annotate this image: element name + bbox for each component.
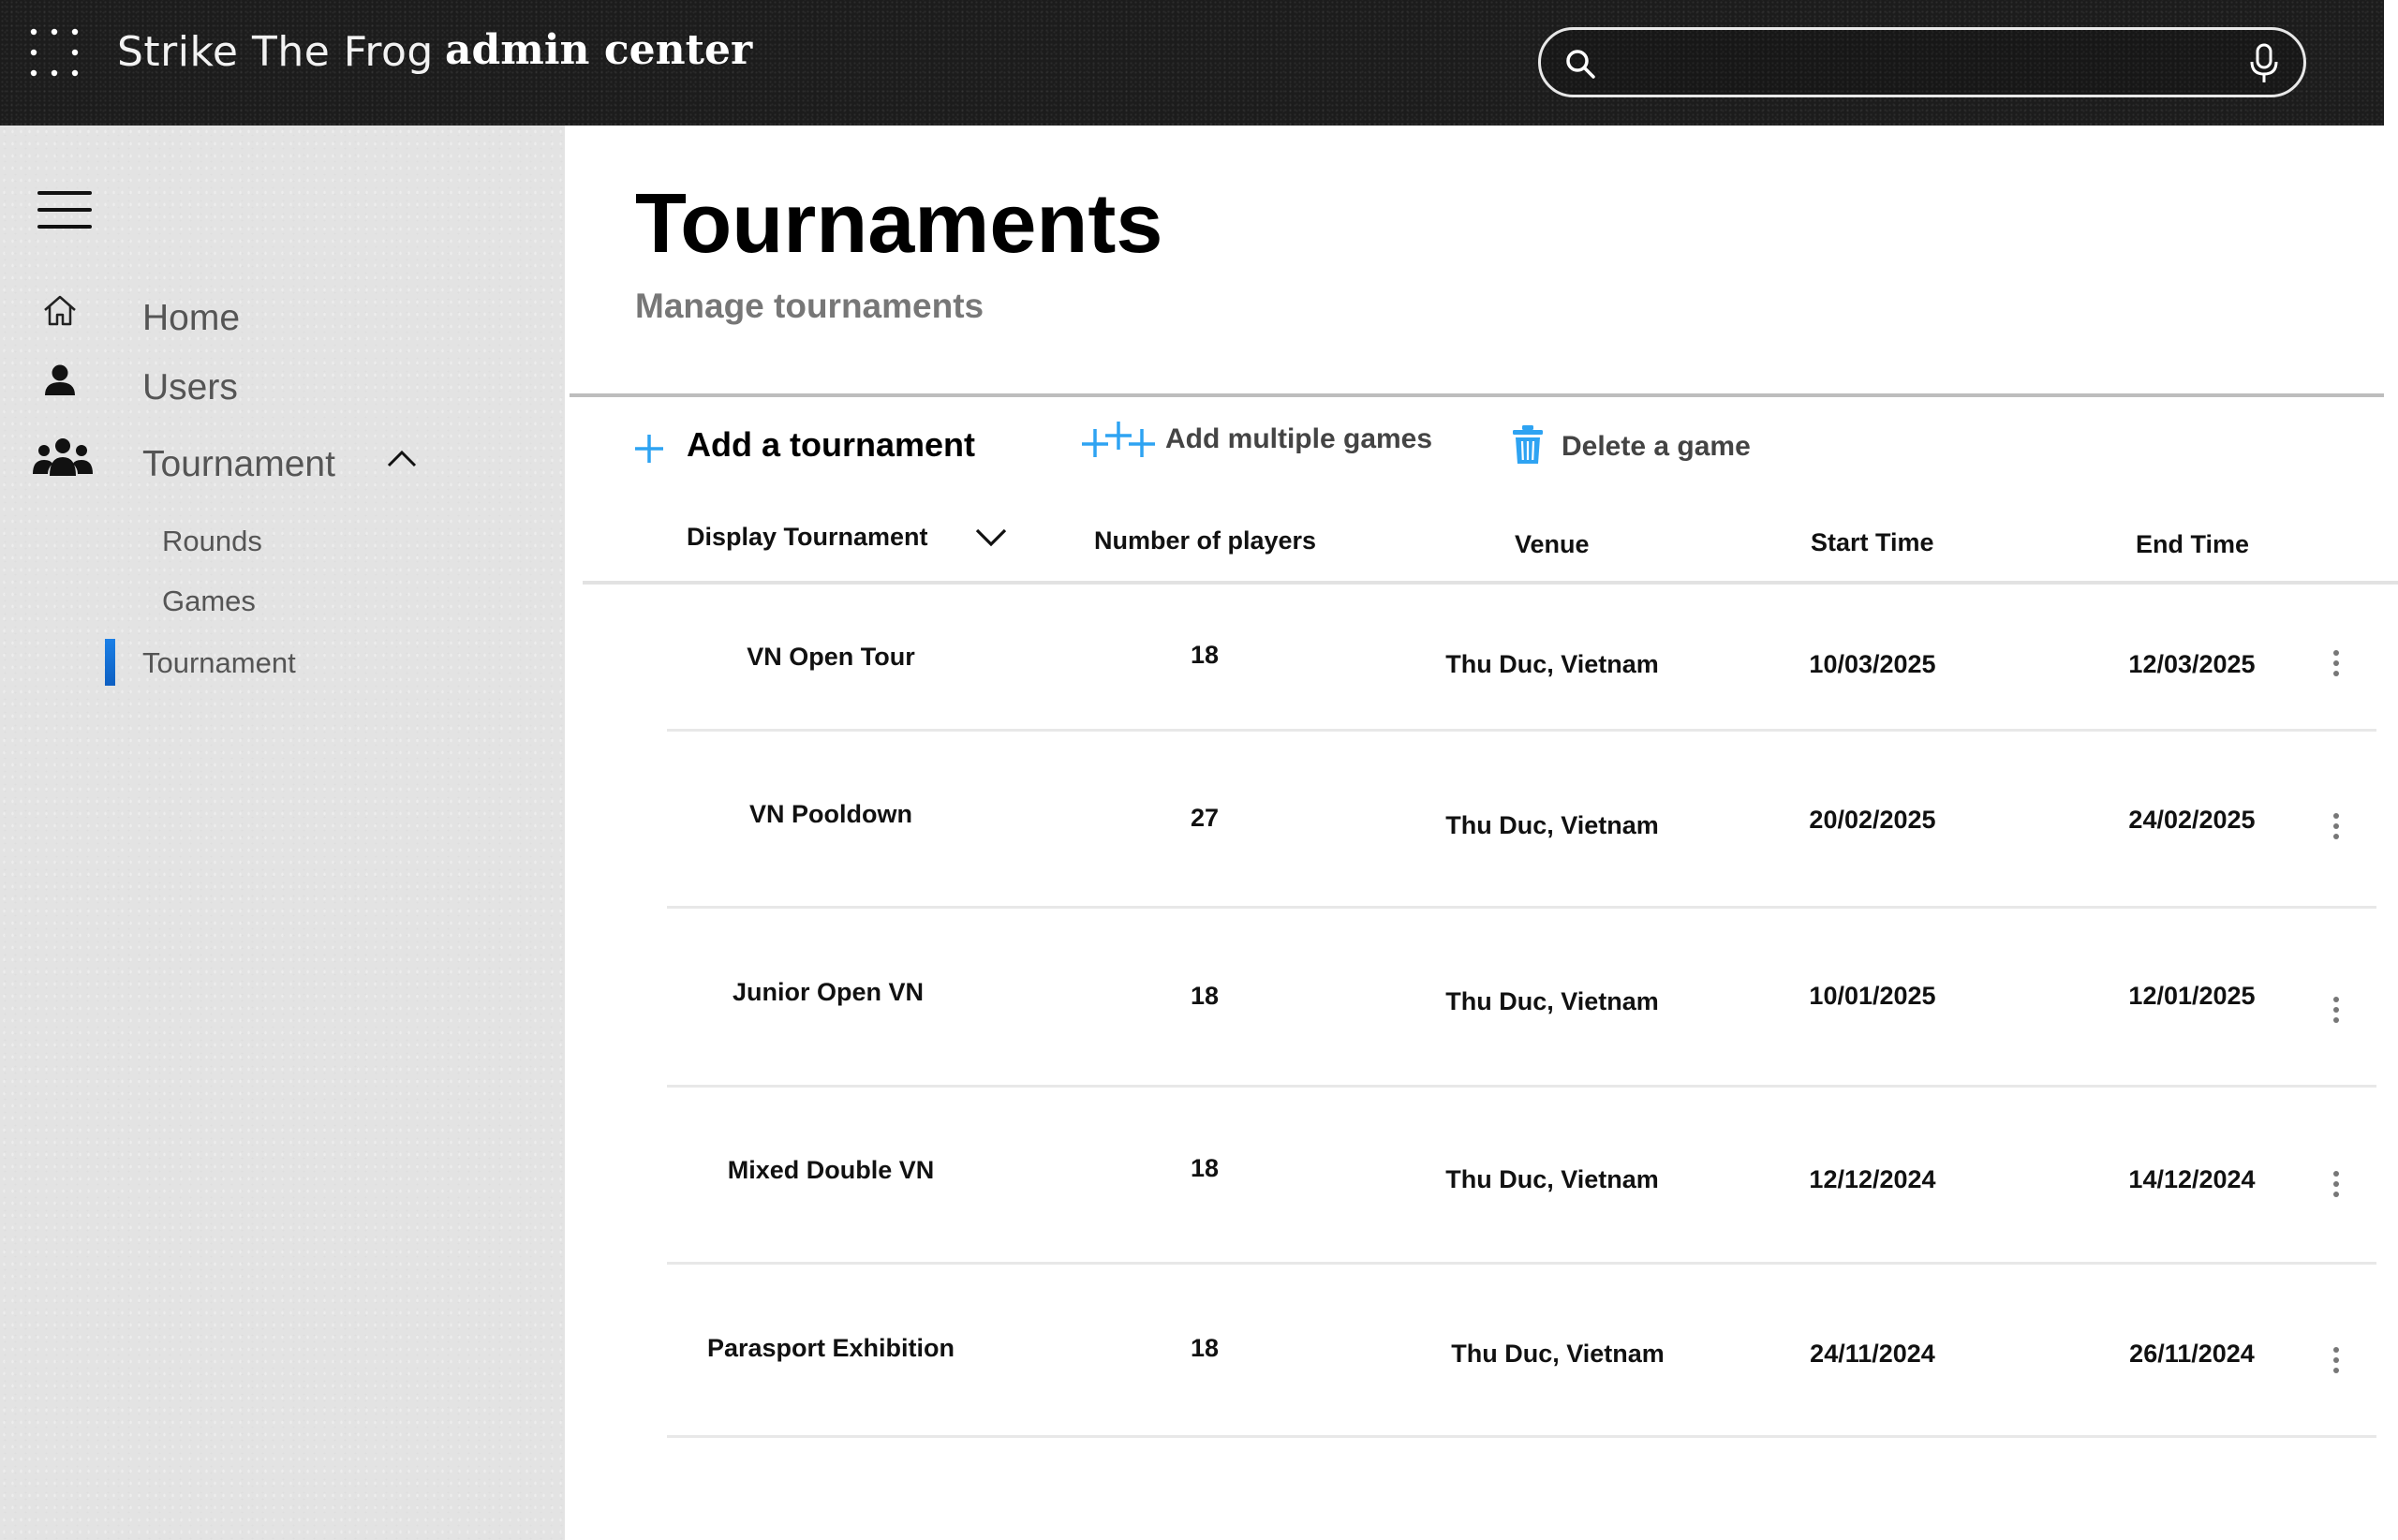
sidebar-item-label: Users xyxy=(142,367,238,407)
chevron-up-icon[interactable] xyxy=(386,448,418,470)
add-multiple-games-button[interactable]: Add multiple games xyxy=(1082,418,1447,466)
cell-tournament-name: Junior Open VN xyxy=(732,978,925,1006)
more-options-icon[interactable] xyxy=(2325,650,2347,688)
more-options-icon[interactable] xyxy=(2325,997,2347,1034)
more-options-icon[interactable] xyxy=(2325,1347,2347,1385)
add-tournament-label: Add a tournament xyxy=(687,425,976,464)
app-name: Strike The Frog xyxy=(117,28,434,76)
sidebar-subitem-games[interactable]: Games xyxy=(0,579,565,626)
cell-venue: Thu Duc, Vietnam xyxy=(1451,1340,1665,1368)
column-header-end-time: End Time xyxy=(2136,530,2250,558)
table-row[interactable]: Junior Open VN 18 Thu Duc, Vietnam 10/01… xyxy=(0,974,2398,1068)
home-icon xyxy=(44,295,76,326)
cell-players: 18 xyxy=(1190,1334,1220,1362)
sidebar-item-tournament[interactable]: Tournament xyxy=(0,435,565,496)
column-header-start-time: Start Time xyxy=(1811,528,1934,556)
sidebar-item-label: Tournament xyxy=(142,444,335,484)
divider xyxy=(570,393,2384,397)
row-divider xyxy=(667,906,2376,909)
column-header-players: Number of players xyxy=(1094,526,1317,555)
delete-game-label: Delete a game xyxy=(1562,431,1751,462)
sidebar-item-users[interactable]: Users xyxy=(0,362,565,418)
cell-players: 27 xyxy=(1190,804,1220,832)
plus-icon xyxy=(635,435,663,463)
cell-end-time: 14/12/2024 xyxy=(2128,1165,2256,1193)
cell-players: 18 xyxy=(1190,1154,1220,1182)
column-header-venue: Venue xyxy=(1515,530,1590,558)
cell-start-time: 10/01/2025 xyxy=(1809,982,1936,1010)
chevron-down-icon[interactable] xyxy=(974,526,1008,549)
sidebar-subitem-label: Rounds xyxy=(162,525,262,557)
search-input[interactable] xyxy=(1616,37,2215,88)
cell-end-time: 12/03/2025 xyxy=(2128,650,2256,678)
mic-icon[interactable] xyxy=(2248,43,2280,84)
sidebar-subitem-label: Games xyxy=(162,585,256,617)
cell-venue: Thu Duc, Vietnam xyxy=(1445,811,1659,839)
table-row[interactable]: VN Open Tour 18 Thu Duc, Vietnam 10/03/2… xyxy=(0,637,2398,731)
sidebar-item-label: Home xyxy=(142,298,241,338)
sidebar-subitem-rounds[interactable]: Rounds xyxy=(0,519,565,566)
column-header-display-tournament[interactable]: Display Tournament xyxy=(687,523,928,552)
cell-tournament-name: Parasport Exhibition xyxy=(706,1334,955,1362)
search-icon[interactable] xyxy=(1563,47,1597,81)
page-subtitle: Manage tournaments xyxy=(635,287,984,325)
row-divider xyxy=(667,1085,2376,1088)
delete-game-button[interactable]: Delete a game xyxy=(1512,423,1793,470)
add-tournament-button[interactable]: Add a tournament xyxy=(633,425,980,470)
cell-tournament-name: Mixed Double VN xyxy=(727,1156,935,1184)
plus-multiple-icon xyxy=(1082,422,1155,457)
row-divider xyxy=(667,1435,2376,1438)
page-title: Tournaments xyxy=(635,177,1163,271)
column-header-label: Display Tournament xyxy=(687,523,928,551)
cell-venue: Thu Duc, Vietnam xyxy=(1445,987,1659,1015)
table-row[interactable]: Mixed Double VN 18 Thu Duc, Vietnam 12/1… xyxy=(0,1152,2398,1246)
cell-start-time: 10/03/2025 xyxy=(1809,650,1936,678)
cell-tournament-name: VN Pooldown xyxy=(749,800,912,828)
table-row[interactable]: Parasport Exhibition 18 Thu Duc, Vietnam… xyxy=(0,1330,2398,1424)
table-header-divider xyxy=(583,581,2398,585)
waffle-icon[interactable] xyxy=(28,26,81,79)
row-divider xyxy=(667,1262,2376,1265)
cell-end-time: 24/02/2025 xyxy=(2128,806,2256,834)
cell-start-time: 20/02/2025 xyxy=(1809,806,1936,834)
search-bar xyxy=(1538,27,2306,97)
app-section-title: admin center xyxy=(445,26,753,74)
sidebar-item-home[interactable]: Home xyxy=(0,292,565,348)
add-multiple-games-label: Add multiple games xyxy=(1165,423,1433,454)
user-icon xyxy=(45,364,75,395)
cell-end-time: 12/01/2025 xyxy=(2128,982,2256,1010)
hamburger-icon[interactable] xyxy=(37,191,92,230)
more-options-icon[interactable] xyxy=(2325,813,2347,851)
cell-players: 18 xyxy=(1190,982,1220,1010)
cell-start-time: 24/11/2024 xyxy=(1810,1340,1935,1368)
trash-icon xyxy=(1513,425,1543,464)
cell-start-time: 12/12/2024 xyxy=(1809,1165,1936,1193)
row-divider xyxy=(667,729,2376,732)
cell-venue: Thu Duc, Vietnam xyxy=(1445,1165,1659,1193)
cell-players: 18 xyxy=(1190,641,1220,669)
cell-tournament-name: VN Open Tour xyxy=(747,643,915,671)
group-icon xyxy=(33,438,93,476)
more-options-icon[interactable] xyxy=(2325,1171,2347,1208)
table-row[interactable]: VN Pooldown 27 Thu Duc, Vietnam 20/02/20… xyxy=(0,796,2398,890)
cell-end-time: 26/11/2024 xyxy=(2129,1340,2255,1368)
cell-venue: Thu Duc, Vietnam xyxy=(1445,650,1659,678)
top-bar: Strike The Frog admin center xyxy=(0,0,2384,126)
